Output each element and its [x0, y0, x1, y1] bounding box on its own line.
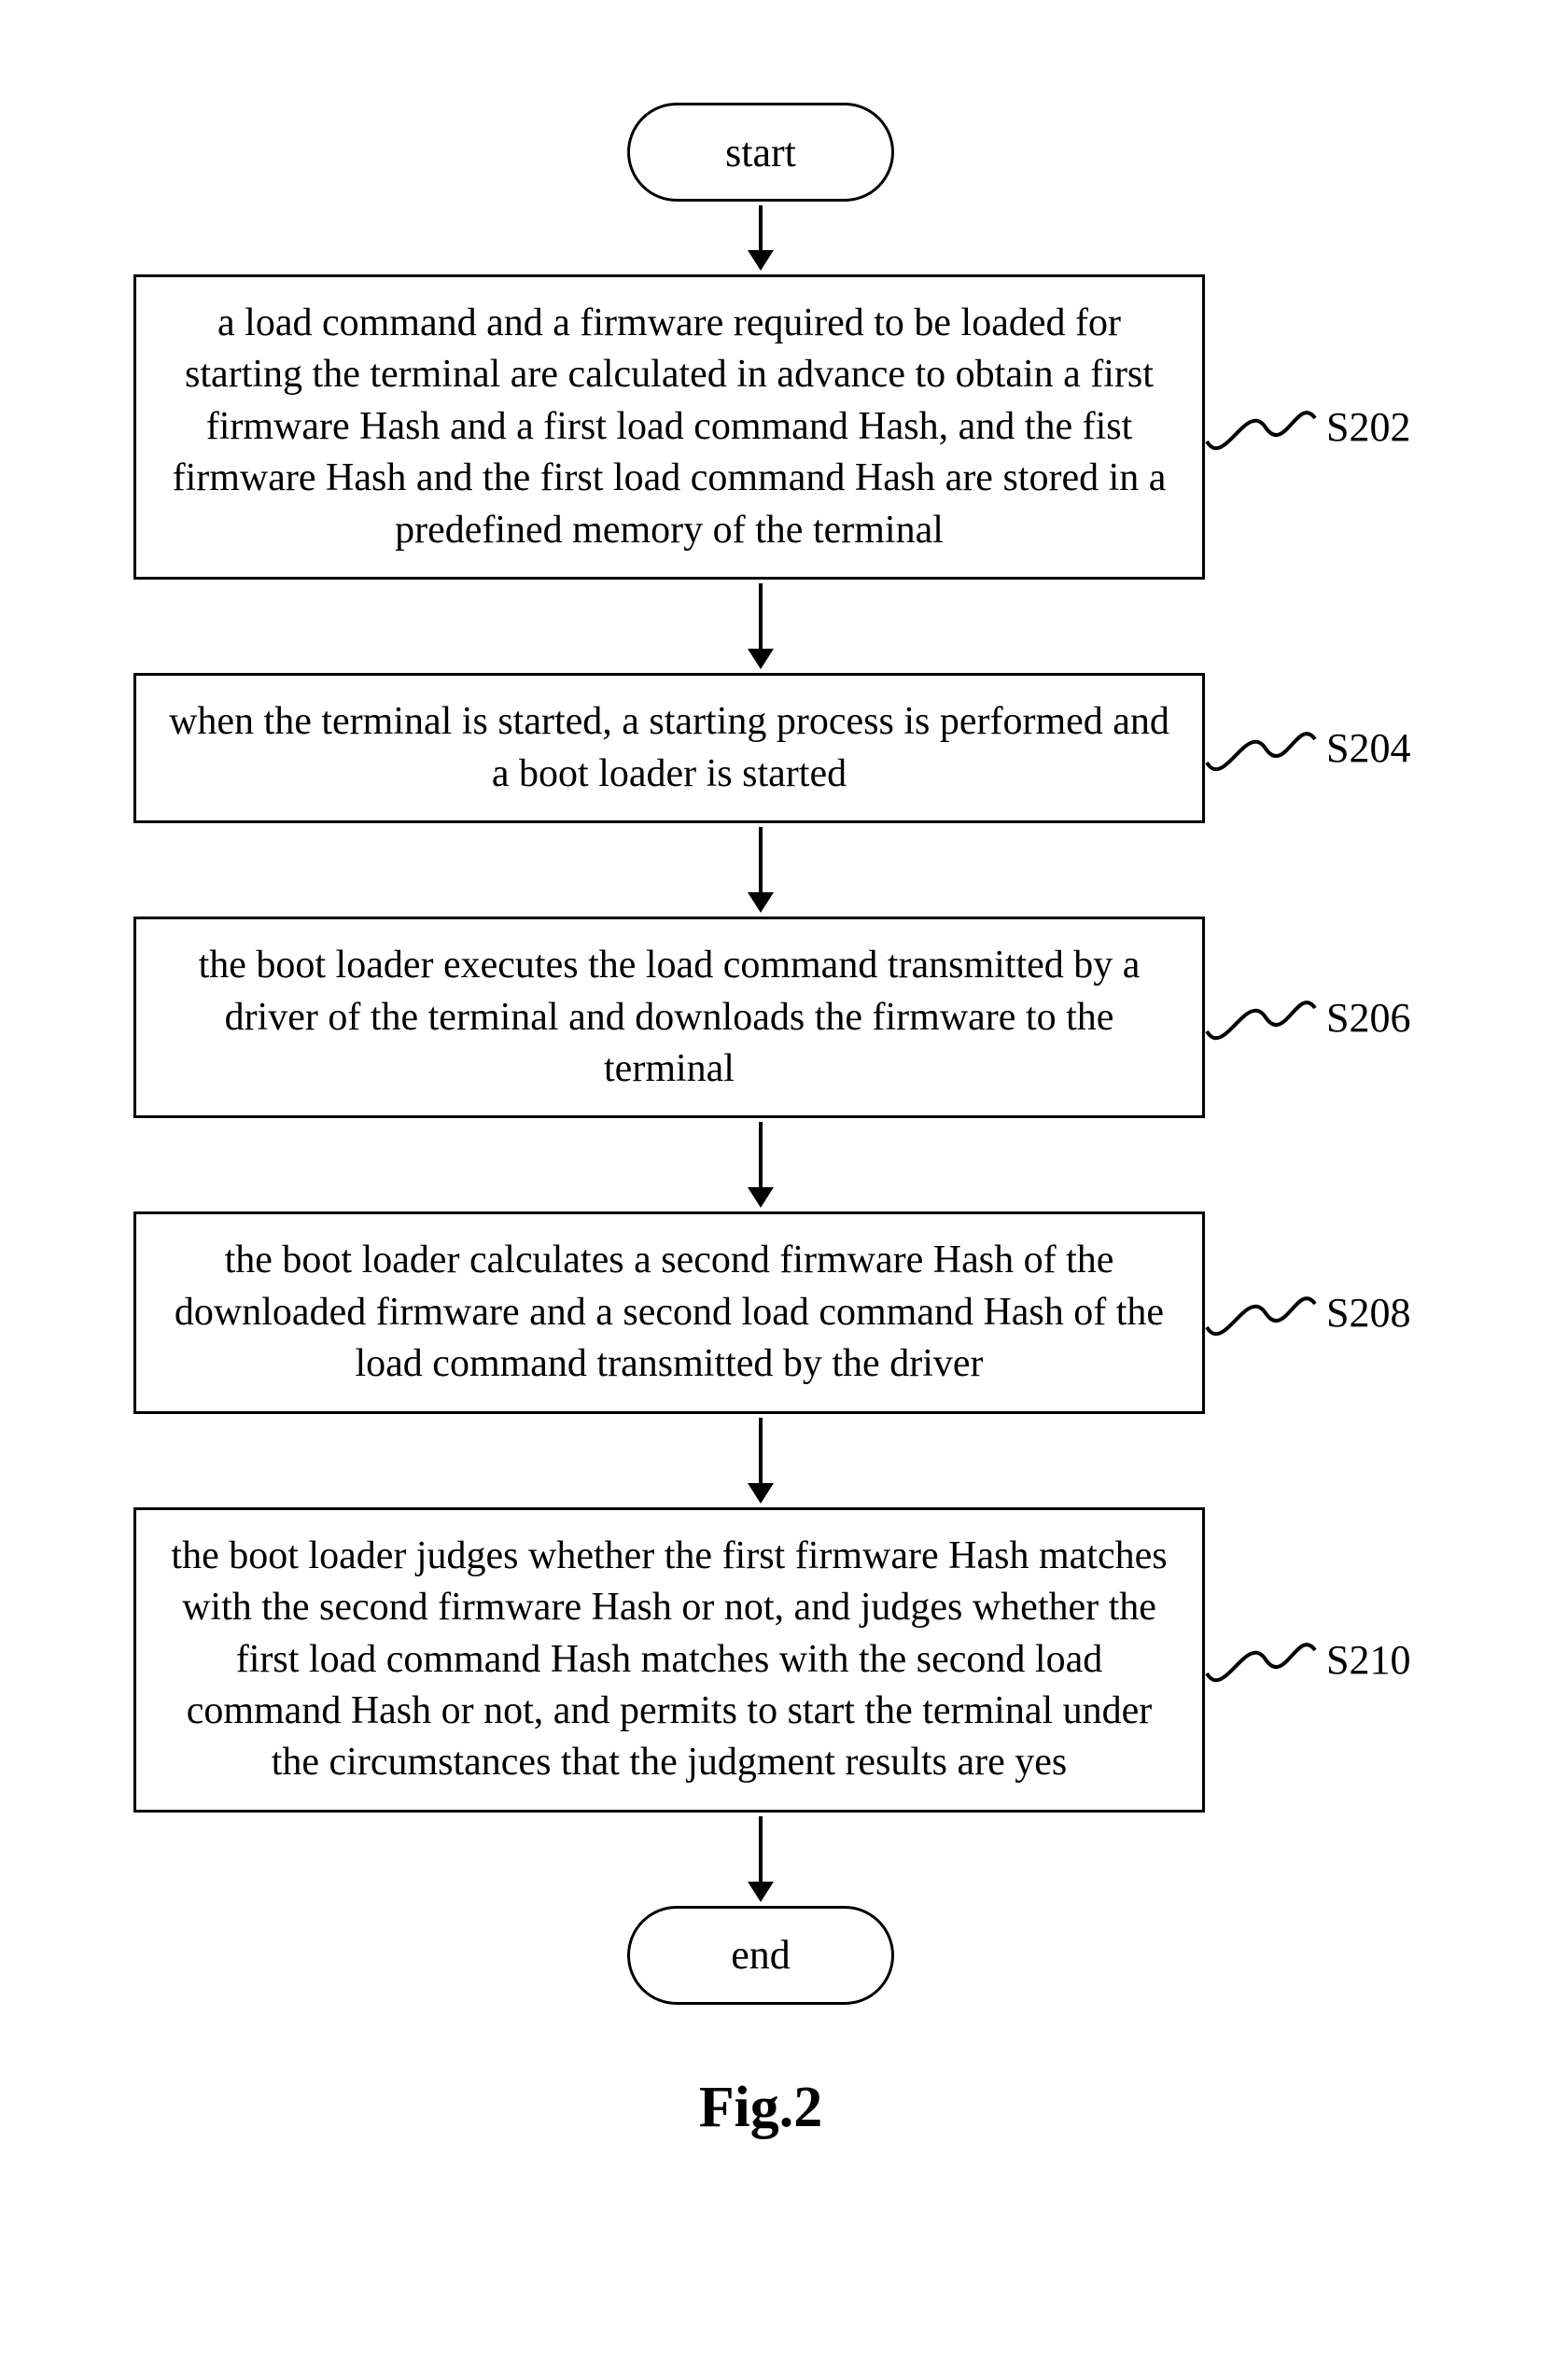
process-box-s204: when the terminal is started, a starting…: [133, 673, 1205, 823]
step-row-s206: the boot loader executes the load comman…: [107, 917, 1414, 1118]
connector-tilde-icon: [1205, 1271, 1317, 1355]
process-text-s202: a load command and a firmware required t…: [173, 301, 1167, 552]
terminator-start-text: start: [725, 129, 796, 176]
step-label-s208: S208: [1326, 1289, 1410, 1337]
step-label-s206: S206: [1326, 994, 1410, 1042]
arrow: [748, 1418, 774, 1504]
process-text-s210: the boot loader judges whether the first…: [171, 1534, 1167, 1785]
arrow: [748, 1122, 774, 1208]
terminator-end: end: [627, 1906, 894, 2005]
process-box-s210: the boot loader judges whether the first…: [133, 1507, 1205, 1813]
arrow: [748, 1816, 774, 1902]
process-text-s208: the boot loader calculates a second firm…: [175, 1239, 1164, 1385]
process-box-s202: a load command and a firmware required t…: [133, 274, 1205, 580]
connector-tilde-icon: [1205, 1617, 1317, 1701]
step-label-s210: S210: [1326, 1636, 1410, 1684]
process-text-s206: the boot loader executes the load comman…: [199, 944, 1141, 1090]
arrow: [748, 827, 774, 913]
terminator-end-text: end: [731, 1931, 791, 1979]
connector-tilde-icon: [1205, 707, 1317, 791]
connector-tilde-icon: [1205, 385, 1317, 469]
arrow: [748, 583, 774, 669]
connector-tilde-icon: [1205, 975, 1317, 1059]
process-box-s206: the boot loader executes the load comman…: [133, 917, 1205, 1118]
terminator-start: start: [627, 103, 894, 202]
flowchart-container: start a load command and a firmware requ…: [107, 103, 1414, 2141]
figure-caption: Fig.2: [107, 2075, 1414, 2141]
step-row-s204: when the terminal is started, a starting…: [107, 673, 1414, 823]
step-row-s202: a load command and a firmware required t…: [107, 274, 1414, 580]
step-row-s208: the boot loader calculates a second firm…: [107, 1211, 1414, 1413]
step-label-s204: S204: [1326, 724, 1410, 772]
process-text-s204: when the terminal is started, a starting…: [169, 700, 1169, 794]
process-box-s208: the boot loader calculates a second firm…: [133, 1211, 1205, 1413]
arrow: [748, 205, 774, 271]
step-label-s202: S202: [1326, 403, 1410, 451]
step-row-s210: the boot loader judges whether the first…: [107, 1507, 1414, 1813]
